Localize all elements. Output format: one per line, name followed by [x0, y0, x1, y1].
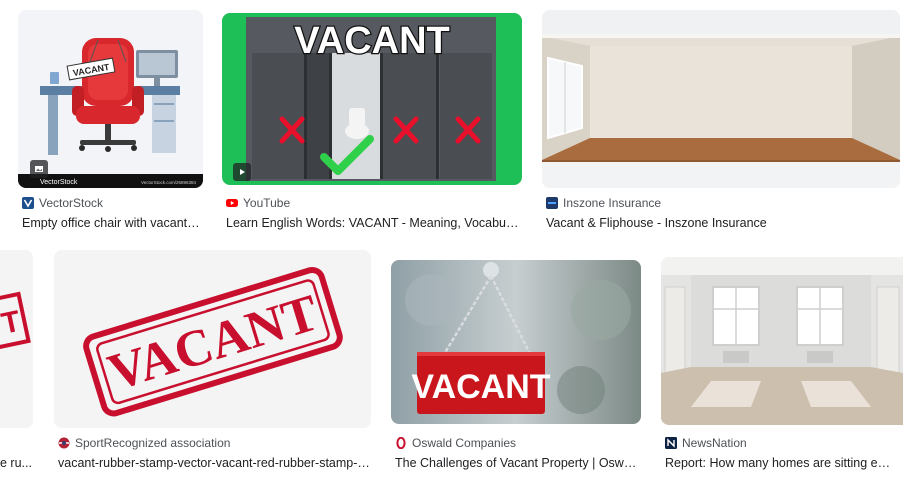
result-card-vectorstock[interactable]: VACANT VectorStock VectorStock.com/26896… [18, 10, 204, 242]
result-card-newsnation[interactable]: NewsNation Report: How many homes are si… [661, 250, 903, 482]
result-title[interactable]: Vacant & Fliphouse - Inszone Insurance [546, 216, 896, 230]
empty-home-image [661, 257, 903, 425]
partial-stamp-image: T [0, 250, 33, 428]
result-card-inszone[interactable]: Inszone Insurance Vacant & Fliphouse - I… [542, 10, 902, 242]
vacant-stamp-image: VACANT [54, 250, 371, 428]
empty-room-image [542, 10, 900, 188]
vectorstock-watermark-id: VectorStock.com/26896384 [141, 180, 197, 185]
newsnation-icon [665, 437, 677, 449]
result-source-name: NewsNation [682, 436, 747, 450]
result-title[interactable]: The Challenges of Vacant Property | Oswa… [395, 456, 637, 470]
result-source: NewsNation [665, 436, 747, 450]
vectorstock-icon [22, 197, 34, 209]
vectorstock-watermark: VectorStock [40, 179, 78, 186]
result-source-name: YouTube [243, 196, 291, 210]
result-source: YouTube [226, 196, 290, 210]
result-thumbnail-partial-stamp[interactable]: T [0, 250, 33, 428]
result-thumbnail-office-chair[interactable]: VACANT VectorStock VectorStock.com/26896… [18, 10, 203, 188]
play-icon [233, 163, 251, 181]
result-card-oswald[interactable]: VACANT Oswald Companies The Challenges o… [391, 250, 643, 482]
result-title[interactable]: Empty office chair with vacant sign vect… [22, 216, 202, 230]
youtube-icon [226, 197, 238, 209]
result-thumbnail-vacant-toilets[interactable]: VACANT [222, 13, 522, 185]
result-source: Oswald Companies [395, 436, 516, 450]
result-source-name: SportRecognized association [75, 436, 231, 450]
result-thumbnail-empty-home[interactable] [661, 257, 903, 425]
result-source: VectorStock [22, 196, 103, 210]
result-thumbnail-empty-room[interactable] [542, 10, 900, 188]
vacant-sign-text: VACANT [411, 368, 550, 406]
result-source: SportRecognized association [58, 436, 230, 450]
result-card-youtube[interactable]: VACANT YouTube Learn English Words: VACA… [222, 10, 524, 242]
result-title[interactable]: vacant-rubber-stamp-vector-vacant-red-ru… [58, 456, 370, 470]
oswald-icon [395, 437, 407, 449]
vacant-sign-image: VACANT [391, 260, 641, 424]
inszone-icon [546, 197, 558, 209]
result-source-name: Inszone Insurance [563, 196, 662, 210]
result-title[interactable]: e ru... [0, 456, 34, 470]
result-card-sportrecognized[interactable]: VACANT SportRecognized association vacan… [54, 250, 374, 482]
result-title[interactable]: Report: How many homes are sitting empty… [665, 456, 899, 470]
result-source-name: Oswald Companies [412, 436, 517, 450]
result-source-name: VectorStock [39, 196, 104, 210]
vacant-toilets-image: VACANT [222, 13, 522, 185]
result-source: Inszone Insurance [546, 196, 661, 210]
result-thumbnail-vacant-stamp[interactable]: VACANT [54, 250, 371, 428]
result-thumbnail-vacant-sign[interactable]: VACANT [391, 260, 641, 424]
image-icon [30, 160, 48, 178]
result-title[interactable]: Learn English Words: VACANT - Meaning, V… [226, 216, 520, 230]
vacant-title-text: VACANT [294, 20, 450, 62]
sportrecognized-icon [58, 437, 70, 449]
result-card-partial[interactable]: T e ru... [0, 250, 34, 482]
